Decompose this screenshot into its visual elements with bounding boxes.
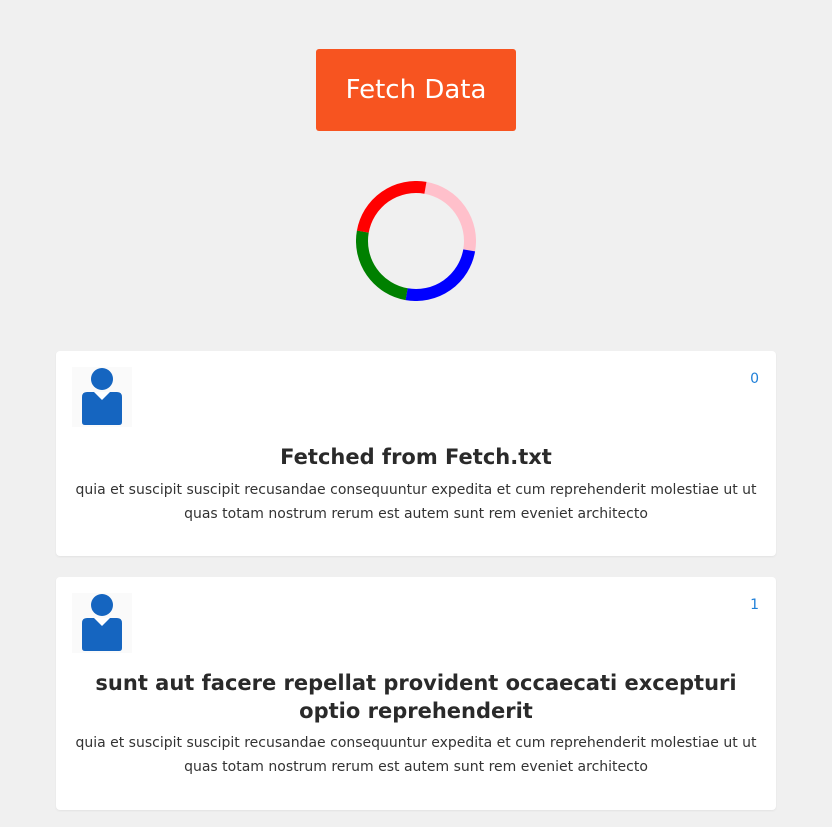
post-card: 1 sunt aut facere repellat provident occ…: [56, 577, 776, 810]
fetch-data-button[interactable]: Fetch Data: [316, 49, 516, 131]
page: Fetch Data 0 Fetched from Fetch.txt quia…: [0, 0, 832, 827]
post-body: quia et suscipit suscipit recusandae con…: [75, 482, 757, 522]
post-id[interactable]: 0: [750, 371, 759, 387]
loading-spinner-icon: [356, 181, 476, 301]
post-body: quia et suscipit suscipit recusandae con…: [75, 735, 757, 775]
user-avatar-icon: [72, 593, 132, 653]
post-id[interactable]: 1: [750, 597, 759, 613]
post-card: 0 Fetched from Fetch.txt quia et suscipi…: [56, 351, 776, 556]
post-title: Fetched from Fetch.txt: [280, 445, 552, 469]
post-title: sunt aut facere repellat provident occae…: [95, 671, 737, 723]
user-avatar-icon: [72, 367, 132, 427]
